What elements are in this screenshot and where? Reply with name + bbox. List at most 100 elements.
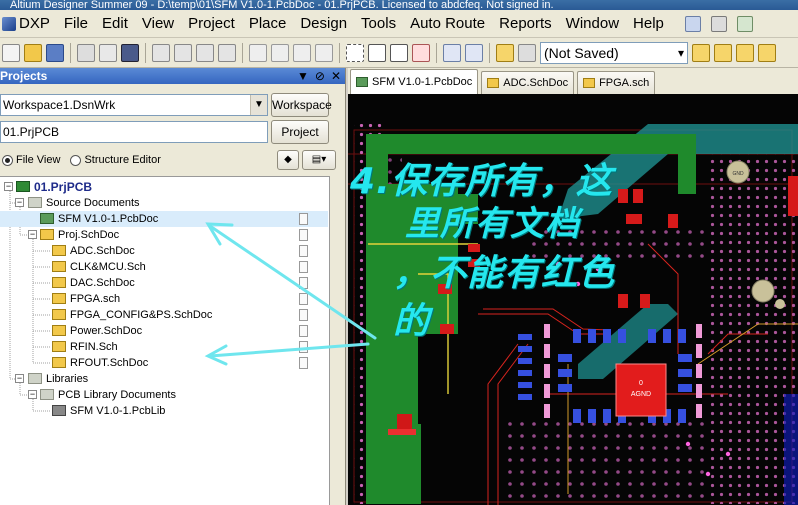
- pin-icon[interactable]: ⊘: [315, 68, 325, 84]
- schematic-icon: [52, 293, 66, 304]
- project-tree: − 01.PrjPCB − Source Documents SFM V1.0-…: [0, 176, 330, 505]
- structure-editor-radio[interactable]: [70, 154, 82, 166]
- tree-sch-child[interactable]: ADC.SchDoc: [0, 243, 328, 259]
- chart-icon[interactable]: [684, 15, 701, 32]
- schematic-icon: [52, 309, 66, 320]
- tree-sch-root[interactable]: − Proj.SchDoc: [0, 227, 328, 243]
- document-status-icon: [299, 261, 308, 273]
- rubber-stamp-icon[interactable]: [315, 43, 333, 62]
- list-icon[interactable]: [710, 15, 727, 32]
- collapse-icon[interactable]: −: [28, 230, 37, 239]
- menu-design[interactable]: Design: [293, 10, 354, 38]
- workspace-button[interactable]: Workspace: [271, 93, 332, 117]
- window-title: Altium Designer Summer 09 - D:\temp\01\S…: [10, 0, 554, 10]
- place-fanout-icon[interactable]: [714, 43, 732, 62]
- new-file-icon[interactable]: [2, 43, 20, 62]
- menu-tools[interactable]: Tools: [354, 10, 403, 38]
- collapse-icon[interactable]: −: [15, 374, 24, 383]
- tree-sch-child[interactable]: FPGA.sch: [0, 291, 328, 307]
- menu-auto-route[interactable]: Auto Route: [403, 10, 492, 38]
- chevron-down-icon[interactable]: ▼: [250, 95, 267, 115]
- pcb-layout: 0 AGND GND: [348, 94, 798, 505]
- zoom-selected-icon[interactable]: [196, 43, 214, 62]
- workspace-combo[interactable]: Workspace1.DsnWrk ▼: [0, 94, 268, 116]
- cut-icon[interactable]: [249, 43, 267, 62]
- menu-view[interactable]: View: [135, 10, 181, 38]
- pcb-canvas[interactable]: 0 AGND GND: [348, 94, 798, 505]
- tree-sch-child[interactable]: RFOUT.SchDoc: [0, 355, 328, 371]
- print-icon[interactable]: [77, 43, 95, 62]
- tree-pcb-document[interactable]: SFM V1.0-1.PcbDoc: [0, 211, 328, 227]
- deselect-icon[interactable]: [390, 43, 408, 62]
- tree-icon[interactable]: [736, 15, 753, 32]
- file-view-radio[interactable]: [2, 154, 13, 166]
- project-button[interactable]: Project: [271, 120, 329, 144]
- document-status-icon: [299, 277, 308, 289]
- tree-sch-child[interactable]: Power.SchDoc: [0, 323, 328, 339]
- document-status-icon: [299, 245, 308, 257]
- toolbar-separator: [339, 42, 340, 63]
- document-status-icon: [299, 357, 308, 369]
- menu-help[interactable]: Help: [626, 10, 671, 38]
- document-tabs: SFM V1.0-1.PcbDoc ADC.SchDoc FPGA.sch: [348, 68, 798, 94]
- interactive-route-icon[interactable]: [692, 43, 710, 62]
- tree-sch-child[interactable]: FPGA_CONFIG&PS.SchDoc: [0, 307, 328, 323]
- tree-pcb-lib[interactable]: SFM V1.0-1.PcbLib: [0, 403, 328, 419]
- via-label: GND: [732, 171, 744, 177]
- schematic-icon: [487, 78, 500, 88]
- print-preview-icon[interactable]: [99, 43, 117, 62]
- view-config-select[interactable]: (Not Saved): [540, 41, 688, 64]
- collapse-icon[interactable]: −: [28, 390, 37, 399]
- tree-sch-child[interactable]: RFIN.Sch: [0, 339, 328, 355]
- tree-libraries-folder[interactable]: − Libraries: [0, 371, 328, 387]
- schematic-icon: [52, 277, 66, 288]
- tree-source-documents-folder[interactable]: − Source Documents: [0, 195, 328, 211]
- place-via-icon[interactable]: [758, 43, 776, 62]
- menu-window[interactable]: Window: [559, 10, 626, 38]
- menu-edit[interactable]: Edit: [95, 10, 135, 38]
- zoom-area-icon[interactable]: [174, 43, 192, 62]
- schematic-icon: [52, 341, 66, 352]
- cross-probe-icon[interactable]: [496, 43, 514, 62]
- collapse-icon[interactable]: −: [4, 182, 13, 191]
- select-area-icon[interactable]: [346, 43, 364, 62]
- menu-place[interactable]: Place: [242, 10, 294, 38]
- place-pad-icon[interactable]: [736, 43, 754, 62]
- zoom-fit-icon[interactable]: [152, 43, 170, 62]
- collapse-icon[interactable]: −: [15, 198, 24, 207]
- clear-icon[interactable]: [412, 43, 430, 62]
- open-folder-icon[interactable]: [24, 43, 42, 62]
- undo-icon[interactable]: [443, 43, 461, 62]
- tree-pcb-lib-folder[interactable]: − PCB Library Documents: [0, 387, 328, 403]
- menu-file[interactable]: File: [57, 10, 95, 38]
- save-icon[interactable]: [46, 43, 64, 62]
- move-icon[interactable]: [368, 43, 386, 62]
- file-view-label: File View: [16, 154, 61, 166]
- menu-reports[interactable]: Reports: [492, 10, 559, 38]
- project-field[interactable]: 01.PrjPCB: [0, 121, 268, 143]
- tab-fpga-schematic[interactable]: FPGA.sch: [577, 71, 656, 94]
- zoom-filter-icon[interactable]: [218, 43, 236, 62]
- project-options-icon[interactable]: ◆: [277, 150, 299, 170]
- schematic-icon: [52, 261, 66, 272]
- document-options-icon[interactable]: ▤▾: [302, 150, 336, 170]
- redo-icon[interactable]: [465, 43, 483, 62]
- close-icon[interactable]: ✕: [331, 68, 341, 84]
- 3d-view-icon[interactable]: [121, 43, 139, 62]
- menu-project[interactable]: Project: [181, 10, 242, 38]
- tree-sch-child[interactable]: DAC.SchDoc: [0, 275, 328, 291]
- pcb-document-icon: [356, 77, 368, 87]
- menu-bar: DXP File Edit View Project Place Design …: [0, 10, 798, 38]
- tree-sch-child[interactable]: CLK&MCU.Sch: [0, 259, 328, 275]
- project-icon: [16, 181, 30, 192]
- toolbar-separator: [436, 42, 437, 63]
- tab-pcb-document[interactable]: SFM V1.0-1.PcbDoc: [350, 69, 479, 94]
- tree-project-item[interactable]: − 01.PrjPCB: [0, 179, 328, 195]
- chip-label-primary: 0: [639, 380, 643, 387]
- copy-icon[interactable]: [271, 43, 289, 62]
- panel-menu-icon[interactable]: ▼: [297, 68, 309, 84]
- menu-dxp[interactable]: DXP: [0, 10, 57, 38]
- browse-components-icon[interactable]: [518, 43, 536, 62]
- tab-adc-schematic[interactable]: ADC.SchDoc: [481, 71, 575, 94]
- paste-icon[interactable]: [293, 43, 311, 62]
